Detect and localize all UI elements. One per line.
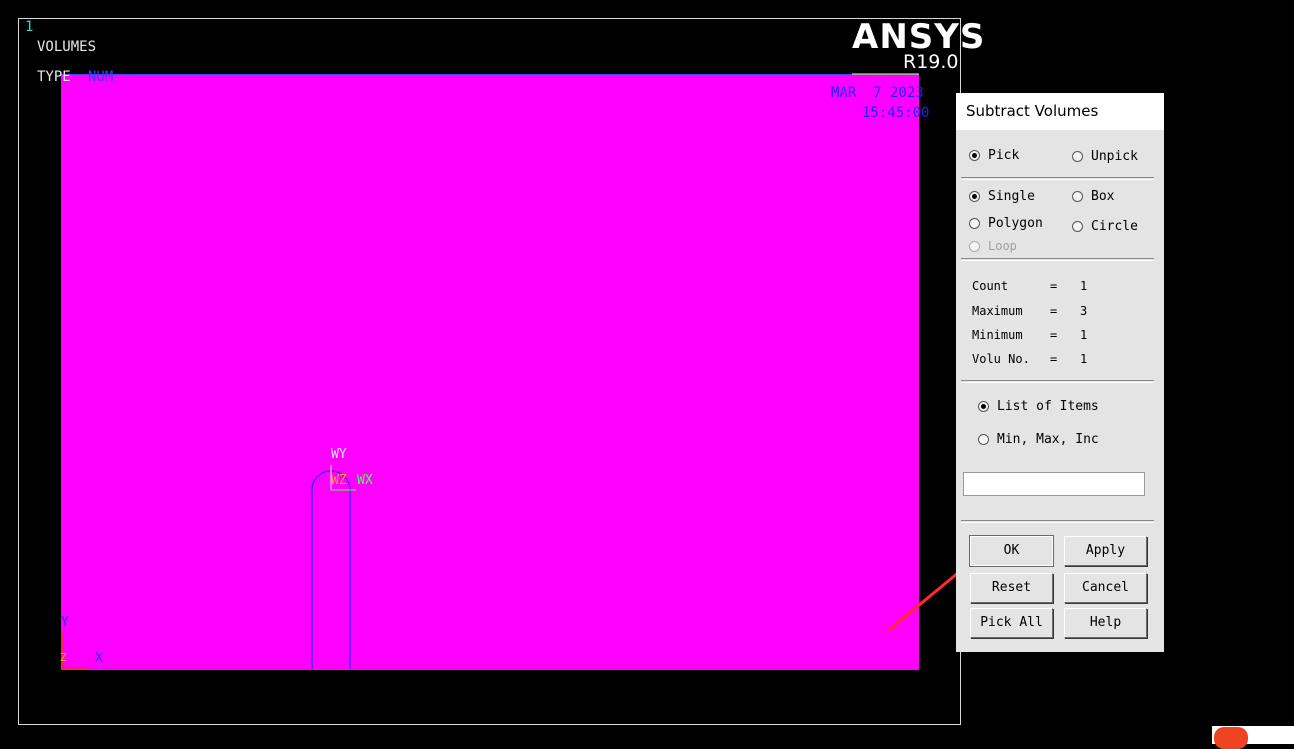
cylinder-outline <box>311 470 351 669</box>
pick-radio[interactable]: Pick <box>969 148 1019 163</box>
separator <box>961 380 1154 383</box>
radio-checked-icon <box>978 401 989 412</box>
stat-value: 1 <box>1080 279 1088 293</box>
radio-checked-icon <box>969 150 980 161</box>
circle-radio[interactable]: Circle <box>1072 219 1138 234</box>
list-of-items-label: List of Items <box>997 399 1099 414</box>
list-of-items-radio[interactable]: List of Items <box>978 399 1099 414</box>
circle-label: Circle <box>1091 219 1138 234</box>
maximum-stat: Maximum = 3 <box>972 304 1088 318</box>
unpick-radio[interactable]: Unpick <box>1072 149 1138 164</box>
min-max-inc-radio[interactable]: Min, Max, Inc <box>978 432 1099 447</box>
radio-unchecked-icon <box>1072 191 1083 202</box>
cancel-button[interactable]: Cancel <box>1064 573 1147 603</box>
global-y-label: Y <box>61 615 69 630</box>
radio-unchecked-icon <box>978 434 989 445</box>
loop-radio: Loop <box>969 239 1017 253</box>
reset-button[interactable]: Reset <box>970 573 1053 603</box>
workplane-z-label: WZ <box>331 473 347 488</box>
unpick-label: Unpick <box>1091 149 1138 164</box>
ok-button[interactable]: OK <box>969 535 1054 567</box>
stat-value: 1 <box>1080 328 1088 342</box>
stat-label: Volu No. <box>972 352 1030 366</box>
stat-value: 1 <box>1080 352 1088 366</box>
stat-label: Minimum <box>972 328 1023 342</box>
input-method-icon <box>1212 726 1294 749</box>
separator <box>961 177 1154 180</box>
polygon-label: Polygon <box>988 216 1043 231</box>
pick-all-button[interactable]: Pick All <box>970 608 1053 638</box>
dialog-title: Subtract Volumes <box>956 93 1164 130</box>
radio-unchecked-icon <box>969 240 980 252</box>
single-radio[interactable]: Single <box>969 189 1035 204</box>
stat-label: Maximum <box>972 304 1023 318</box>
radio-unchecked-icon <box>1072 221 1083 232</box>
stat-value: 3 <box>1080 304 1088 318</box>
global-z-label: Z <box>60 651 67 664</box>
global-x-label: X <box>95 651 103 666</box>
volu-no-stat: Volu No. = 1 <box>972 352 1088 366</box>
radio-unchecked-icon <box>969 218 980 229</box>
sogou-logo-icon <box>1214 727 1248 749</box>
box-label: Box <box>1091 189 1115 204</box>
radio-checked-icon <box>969 191 980 202</box>
separator <box>961 258 1154 261</box>
count-stat: Count = 1 <box>972 279 1088 293</box>
separator <box>961 520 1154 523</box>
loop-label: Loop <box>988 239 1017 253</box>
single-label: Single <box>988 189 1035 204</box>
apply-button[interactable]: Apply <box>1064 536 1147 566</box>
help-button[interactable]: Help <box>1064 608 1147 638</box>
radio-unchecked-icon <box>1072 151 1083 162</box>
workplane-x-label: WX <box>357 473 373 488</box>
polygon-radio[interactable]: Polygon <box>969 216 1043 231</box>
min-max-inc-label: Min, Max, Inc <box>997 432 1099 447</box>
workplane-y-label: WY <box>331 447 347 462</box>
pick-entry-field[interactable] <box>963 472 1145 496</box>
stat-label: Count <box>972 279 1009 293</box>
subtract-volumes-dialog: Subtract Volumes Pick Unpick Single Box … <box>956 93 1164 652</box>
box-radio[interactable]: Box <box>1072 189 1114 204</box>
pick-label: Pick <box>988 148 1020 163</box>
minimum-stat: Minimum = 1 <box>972 328 1088 342</box>
